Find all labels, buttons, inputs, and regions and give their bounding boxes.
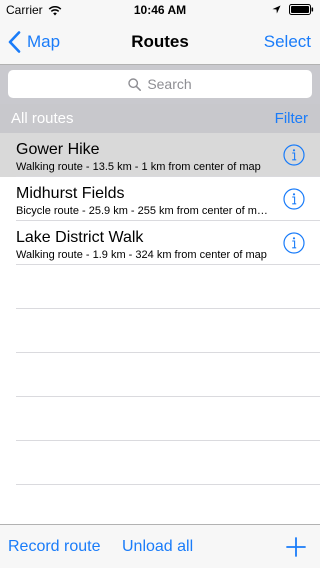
empty-row [0,353,320,397]
nav-bar: Map Routes Select [0,20,320,64]
section-title: All routes [11,110,74,127]
search-icon [128,77,142,91]
empty-row [0,265,320,309]
empty-row [0,441,320,485]
route-info-button[interactable] [283,232,305,254]
route-info-button[interactable] [283,144,305,166]
bottom-toolbar: Record route Unload all [0,524,320,568]
route-list: Gower Hike Walking route - 13.5 km - 1 k… [0,133,320,485]
route-detail: Walking route - 1.9 km - 324 km from cen… [16,249,267,261]
info-icon [283,144,305,166]
route-name: Gower Hike [16,141,100,158]
route-row[interactable]: Midhurst Fields Bicycle route - 25.9 km … [0,177,320,221]
search-placeholder: Search [147,76,192,92]
status-bar: Carrier 10:46 AM [0,0,320,20]
route-row[interactable]: Gower Hike Walking route - 13.5 km - 1 k… [0,133,320,177]
status-right [272,4,314,15]
route-info-button[interactable] [283,188,305,210]
search-input[interactable]: Search [8,70,312,98]
empty-row [0,397,320,441]
search-bar: Search [0,64,320,104]
route-name: Lake District Walk [16,229,144,246]
section-header: All routes Filter [0,104,320,133]
select-button[interactable]: Select [264,20,311,64]
add-route-button[interactable] [286,537,306,557]
unload-all-button[interactable]: Unload all [122,525,193,568]
info-icon [283,188,305,210]
location-arrow-icon [272,5,281,14]
info-icon [283,232,305,254]
battery-icon [289,4,314,15]
route-name: Midhurst Fields [16,185,125,202]
filter-button[interactable]: Filter [275,104,308,133]
route-detail: Bicycle route - 25.9 km - 255 km from ce… [16,205,269,217]
record-route-button[interactable]: Record route [8,525,101,568]
route-row[interactable]: Lake District Walk Walking route - 1.9 k… [0,221,320,265]
plus-icon [286,537,306,557]
empty-row [0,309,320,353]
route-detail: Walking route - 13.5 km - 1 km from cent… [16,161,261,173]
